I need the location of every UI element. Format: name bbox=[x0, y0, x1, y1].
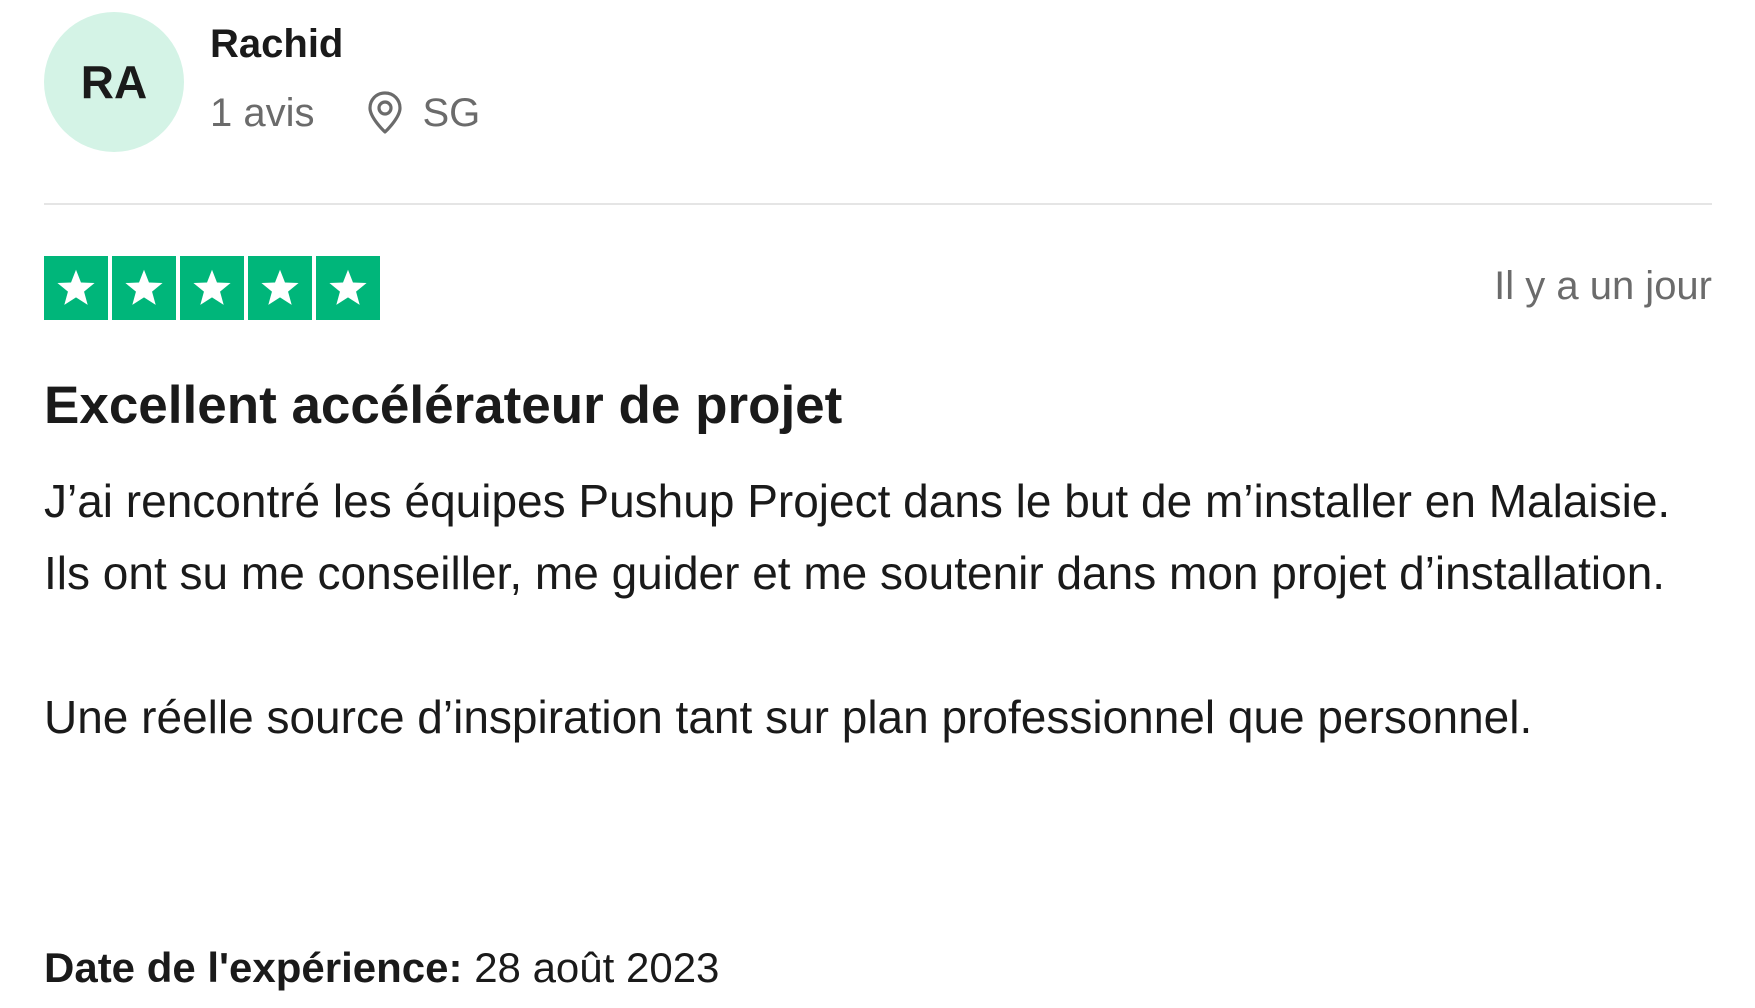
star-rating bbox=[44, 256, 380, 320]
star-icon bbox=[44, 256, 108, 320]
location-code: SG bbox=[422, 91, 481, 135]
review-time-ago: Il y a un jour bbox=[1494, 264, 1712, 308]
star-icon bbox=[180, 256, 244, 320]
star-icon bbox=[316, 256, 380, 320]
experience-date: Date de l'expérience: 28 août 2023 bbox=[44, 944, 720, 991]
review-paragraph: Une réelle source d’inspiration tant sur… bbox=[44, 691, 1533, 743]
reviewer-header: RA Rachid 1 avis SG bbox=[44, 12, 1712, 152]
star-icon bbox=[112, 256, 176, 320]
experience-date-label: Date de l'expérience: bbox=[44, 944, 463, 991]
location-pin-icon bbox=[365, 90, 405, 136]
experience-date-value: 28 août 2023 bbox=[474, 944, 720, 991]
avatar-initials: RA bbox=[80, 56, 148, 108]
divider bbox=[44, 203, 1712, 205]
avatar[interactable]: RA bbox=[44, 12, 184, 152]
reviewer-meta: 1 avis SG bbox=[210, 90, 480, 136]
review-paragraph: J’ai rencontré les équipes Pushup Projec… bbox=[44, 475, 1671, 599]
reviewer-name[interactable]: Rachid bbox=[210, 22, 343, 66]
review-title[interactable]: Excellent accélérateur de projet bbox=[44, 374, 842, 438]
review-count: 1 avis bbox=[210, 91, 315, 135]
review-card: RA Rachid 1 avis SG Il y a un jour Excel… bbox=[44, 0, 1712, 1008]
star-icon bbox=[248, 256, 312, 320]
review-body: J’ai rencontré les équipes Pushup Projec… bbox=[44, 465, 1712, 753]
reviewer-location: SG bbox=[365, 90, 481, 136]
